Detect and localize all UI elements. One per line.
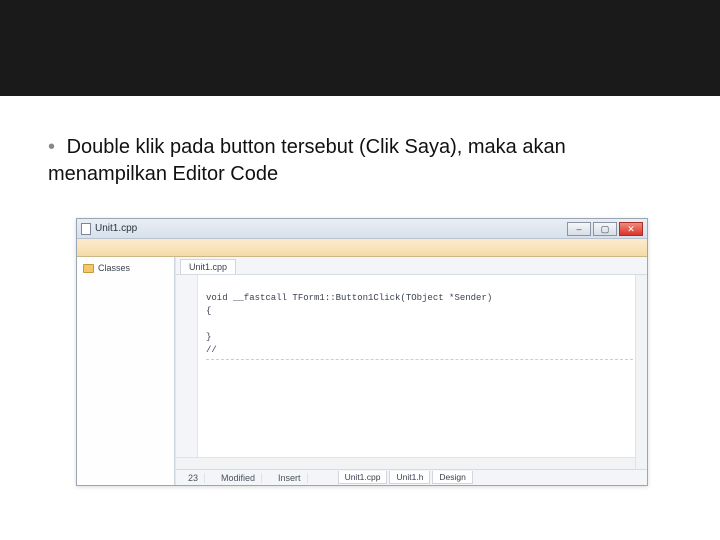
tree-root-classes[interactable]: Classes — [81, 261, 170, 275]
bottom-tab-cpp[interactable]: Unit1.cpp — [338, 471, 388, 484]
maximize-button[interactable]: ▢ — [593, 222, 617, 236]
window-titlebar: Unit1.cpp – ▢ ✕ — [77, 219, 647, 239]
gutter — [176, 275, 198, 469]
editor-pane: Unit1.cpp void __fastcall TForm1::Button… — [175, 257, 647, 485]
ide-window: Unit1.cpp – ▢ ✕ Classes Unit1.cpp void _… — [76, 218, 648, 486]
slide-top-band — [0, 0, 720, 96]
vertical-scrollbar[interactable] — [635, 275, 647, 469]
code-line-1: void __fastcall TForm1::Button1Click(TOb… — [206, 293, 492, 303]
close-button[interactable]: ✕ — [619, 222, 643, 236]
code-area[interactable]: void __fastcall TForm1::Button1Click(TOb… — [176, 275, 647, 469]
window-buttons: – ▢ ✕ — [567, 222, 643, 236]
status-mode: Insert — [272, 473, 308, 483]
bottom-tab-h[interactable]: Unit1.h — [389, 471, 430, 484]
code-lines: void __fastcall TForm1::Button1Click(TOb… — [206, 279, 633, 386]
slide-bullet: • Double klik pada button tersebut (Clik… — [48, 134, 672, 188]
minimize-button[interactable]: – — [567, 222, 591, 236]
window-title-group: Unit1.cpp — [81, 223, 137, 235]
editor-tabs: Unit1.cpp — [176, 257, 647, 275]
status-modified: Modified — [215, 473, 262, 483]
window-title: Unit1.cpp — [95, 223, 137, 234]
structure-sidebar: Classes — [77, 257, 175, 485]
file-icon — [81, 223, 91, 235]
status-line-col: 23 — [182, 473, 205, 483]
bottom-tabs: Unit1.cpp Unit1.h Design — [338, 471, 473, 484]
tree-root-label: Classes — [98, 263, 130, 273]
horizontal-scrollbar[interactable] — [176, 457, 635, 469]
folder-icon — [83, 264, 94, 273]
code-line-2: { — [206, 306, 211, 316]
workarea: Classes Unit1.cpp void __fastcall TForm1… — [77, 257, 647, 485]
code-divider — [206, 359, 633, 360]
editor-tab-unit1cpp[interactable]: Unit1.cpp — [180, 259, 236, 274]
status-bar: 23 Modified Insert Unit1.cpp Unit1.h Des… — [176, 469, 647, 485]
bullet-content: Double klik pada button tersebut (Clik S… — [48, 136, 566, 185]
bottom-tab-design[interactable]: Design — [432, 471, 472, 484]
code-line-4: } — [206, 332, 211, 342]
code-line-5: // — [206, 345, 217, 355]
toolbar — [77, 239, 647, 257]
bullet-marker: • — [48, 136, 55, 158]
